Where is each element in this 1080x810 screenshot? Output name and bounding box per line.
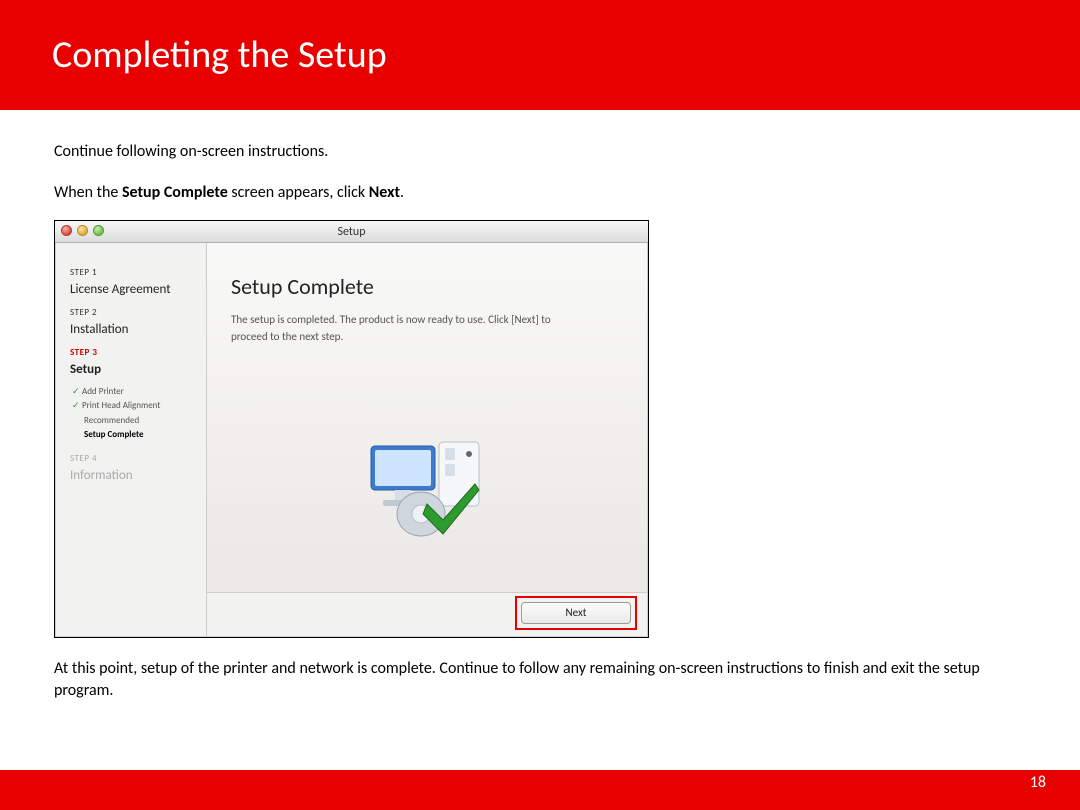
substep-alignment: Print Head Alignment Recommended (84, 399, 196, 428)
step3-substeps: Add Printer Print Head Alignment Recomme… (84, 385, 196, 443)
setup-complete-illustration (357, 436, 497, 546)
minimize-icon[interactable] (77, 225, 88, 236)
window-titlebar: Setup (55, 221, 648, 243)
content-body: The setup is completed. The product is n… (231, 312, 571, 345)
step1-label: STEP 1 (70, 267, 196, 278)
page-number: 18 (1030, 773, 1046, 792)
content-panel: Continue following on-screen instruction… (0, 110, 1080, 770)
window-title: Setup (337, 225, 365, 239)
button-bar: Next (207, 592, 647, 636)
setup-window-screenshot: Setup STEP 1 License Agreement STEP 2 In… (54, 220, 649, 638)
step-sidebar: STEP 1 License Agreement STEP 2 Installa… (56, 243, 206, 636)
main-content: Setup Complete The setup is completed. T… (206, 243, 647, 636)
step4-title: Information (70, 468, 196, 483)
slide-title: Completing the Setup (52, 32, 1080, 78)
next-button-highlight: Next (515, 596, 637, 630)
instruction-line-2: When the Setup Complete screen appears, … (54, 183, 1026, 202)
window-traffic-lights (61, 225, 104, 236)
closing-text: At this point, setup of the printer and … (54, 658, 1014, 701)
step2-label: STEP 2 (70, 307, 196, 318)
step4-label: STEP 4 (70, 453, 196, 464)
instruction-line-1: Continue following on-screen instruction… (54, 142, 1026, 161)
substep-add-printer: Add Printer (84, 385, 196, 399)
next-button[interactable]: Next (521, 602, 631, 624)
close-icon[interactable] (61, 225, 72, 236)
step3-title: Setup (70, 362, 196, 377)
slide-header: Completing the Setup (0, 0, 1080, 96)
content-heading: Setup Complete (231, 273, 623, 300)
zoom-icon[interactable] (93, 225, 104, 236)
step2-title: Installation (70, 322, 196, 337)
substep-complete: Setup Complete (84, 428, 196, 442)
step1-title: License Agreement (70, 282, 196, 297)
window-body: STEP 1 License Agreement STEP 2 Installa… (55, 243, 648, 637)
step3-label: STEP 3 (70, 347, 196, 358)
